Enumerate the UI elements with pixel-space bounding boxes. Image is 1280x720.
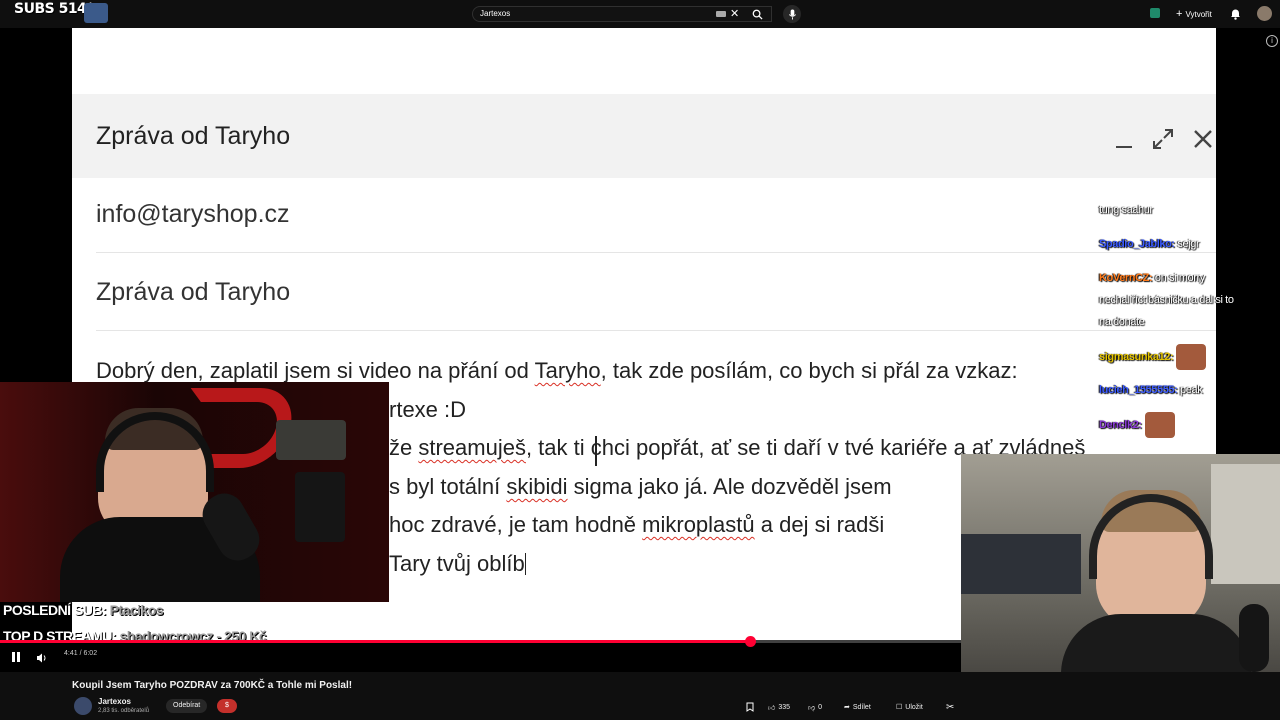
save-label: Uložit: [905, 703, 923, 711]
minimize-icon[interactable]: [1116, 130, 1132, 148]
volume-icon[interactable]: [36, 651, 48, 669]
share-icon: ➦: [844, 704, 850, 711]
notifications-bell-icon[interactable]: [1228, 7, 1242, 21]
info-icon[interactable]: i: [1266, 35, 1278, 47]
email-window-title: Zpráva od Taryho: [96, 122, 291, 150]
search-input[interactable]: Jartexos: [480, 9, 510, 18]
email-from-field[interactable]: info@taryshop.cz: [96, 200, 290, 229]
chat-message: Spadio_Jablko: sejgr: [1099, 238, 1200, 250]
body-text-misspelled: skibidi: [506, 474, 568, 499]
streamer-badge-icon: [84, 3, 108, 23]
channel-subscriber-count: 2,83 tis. odběratelů: [98, 708, 150, 714]
pause-icon[interactable]: [11, 652, 21, 662]
body-text: , tak zde posílám, co bych si přál za vz…: [600, 358, 1018, 383]
close-icon[interactable]: [1193, 128, 1213, 156]
email-body-line[interactable]: rtexe :D: [389, 397, 466, 423]
chat-message: KoVernCZ: on si morry: [1099, 272, 1205, 284]
expand-icon[interactable]: [1152, 128, 1174, 157]
text-caret: [524, 553, 526, 575]
body-text-misspelled: mikroplastů: [642, 512, 755, 537]
chat-emote-icon: [1176, 344, 1207, 370]
thumbs-up-icon: 👍︎: [768, 704, 776, 712]
email-body-line[interactable]: Dobrý den, zaplatil jsem si video na přá…: [96, 358, 1018, 384]
extension-icon[interactable]: [1150, 8, 1160, 18]
thumbs-down-icon: 👎︎: [808, 704, 816, 712]
chat-emote-icon: [1144, 412, 1175, 438]
like-count: 335: [778, 703, 791, 711]
body-text: Dobrý den, zaplatil jsem si video na přá…: [96, 358, 535, 383]
divider: [96, 330, 1216, 331]
account-avatar[interactable]: [1257, 6, 1272, 21]
create-label: Vytvořit: [1185, 9, 1212, 19]
search-icon[interactable]: [750, 7, 764, 21]
bookmark-icon: ☐: [896, 704, 903, 711]
microphone-icon[interactable]: [783, 5, 801, 23]
time-readout: 4:41 / 6:02: [64, 650, 98, 657]
body-text: sigma jako já. Ale dozvěděl jsem: [567, 474, 892, 499]
text-cursor-icon: [595, 436, 597, 466]
webcam-right: [961, 454, 1280, 672]
microphone-icon: [1239, 604, 1269, 672]
subs-counter-overlay: SUBS 514/: [14, 1, 91, 17]
like-button[interactable]: 👍︎ 335: [768, 700, 790, 714]
share-button[interactable]: ➦ Sdílet: [844, 700, 871, 714]
chat-message: na donate: [1099, 316, 1145, 328]
share-label: Sdílet: [852, 703, 871, 711]
body-text: s byl totální: [389, 474, 507, 499]
body-text: hoc zdravé, je tam hodně: [389, 512, 643, 537]
chat-message: lucieh_1555555: peak: [1099, 384, 1203, 396]
chat-message: Denclk2:: [1099, 412, 1175, 438]
subscribe-button[interactable]: Odebírat: [166, 699, 208, 713]
email-body-line[interactable]: Tary tvůj oblíb: [389, 551, 526, 577]
email-subject-field[interactable]: Zpráva od Taryho: [96, 278, 290, 307]
email-body-line[interactable]: s byl totální skibidi sigma jako já. Ale…: [389, 474, 892, 500]
email-body-line[interactable]: hoc zdravé, je tam hodně mikroplastů a d…: [389, 512, 884, 538]
body-text: a dej si radši: [754, 512, 885, 537]
join-button[interactable]: $: [217, 699, 237, 713]
keyboard-icon[interactable]: [716, 11, 726, 17]
body-text-misspelled: streamuješ: [418, 435, 526, 460]
channel-avatar[interactable]: [74, 697, 92, 715]
clear-search-icon[interactable]: ✕: [730, 7, 739, 20]
webcam-left: [0, 382, 389, 602]
last-sub-overlay: POSLEDNÍ SUB: Ptacikos: [3, 602, 164, 618]
chat-message: tung saahur: [1099, 204, 1153, 216]
save-to-playlist-icon[interactable]: [746, 700, 754, 714]
top-bar: SUBS 514/ Jartexos ✕ + Vytvořit: [0, 0, 1280, 28]
video-title: Koupil Jsem Taryho POZDRAV za 700KČ a To…: [72, 680, 353, 691]
body-text: že: [389, 435, 419, 460]
clip-icon[interactable]: ✂: [946, 700, 954, 714]
search-box[interactable]: Jartexos ✕: [472, 6, 772, 22]
dislike-count: 0: [818, 703, 823, 711]
chat-message: nechal říct básničku a dal si to: [1099, 294, 1234, 306]
body-text-misspelled: Taryho: [534, 358, 601, 383]
player-controls: 4:41 / 6:02: [0, 646, 961, 668]
video-info-bar: Koupil Jsem Taryho POZDRAV za 700KČ a To…: [0, 672, 1280, 720]
divider: [96, 252, 1216, 253]
channel-name[interactable]: Jartexos: [98, 697, 131, 706]
save-button[interactable]: ☐ Uložit: [896, 700, 923, 714]
create-button[interactable]: + Vytvořit: [1170, 6, 1218, 22]
video-progress-bar[interactable]: [0, 636, 961, 647]
dislike-button[interactable]: 👎︎ 0: [808, 700, 822, 714]
plus-icon: +: [1176, 8, 1183, 20]
chat-message: sigmasunka12:: [1099, 344, 1207, 370]
live-chat-overlay: tung saahur Spadio_Jablko: sejgr KoVernC…: [1096, 196, 1280, 456]
body-text: Tary tvůj oblíb: [389, 551, 525, 576]
progress-fill: [0, 640, 750, 643]
